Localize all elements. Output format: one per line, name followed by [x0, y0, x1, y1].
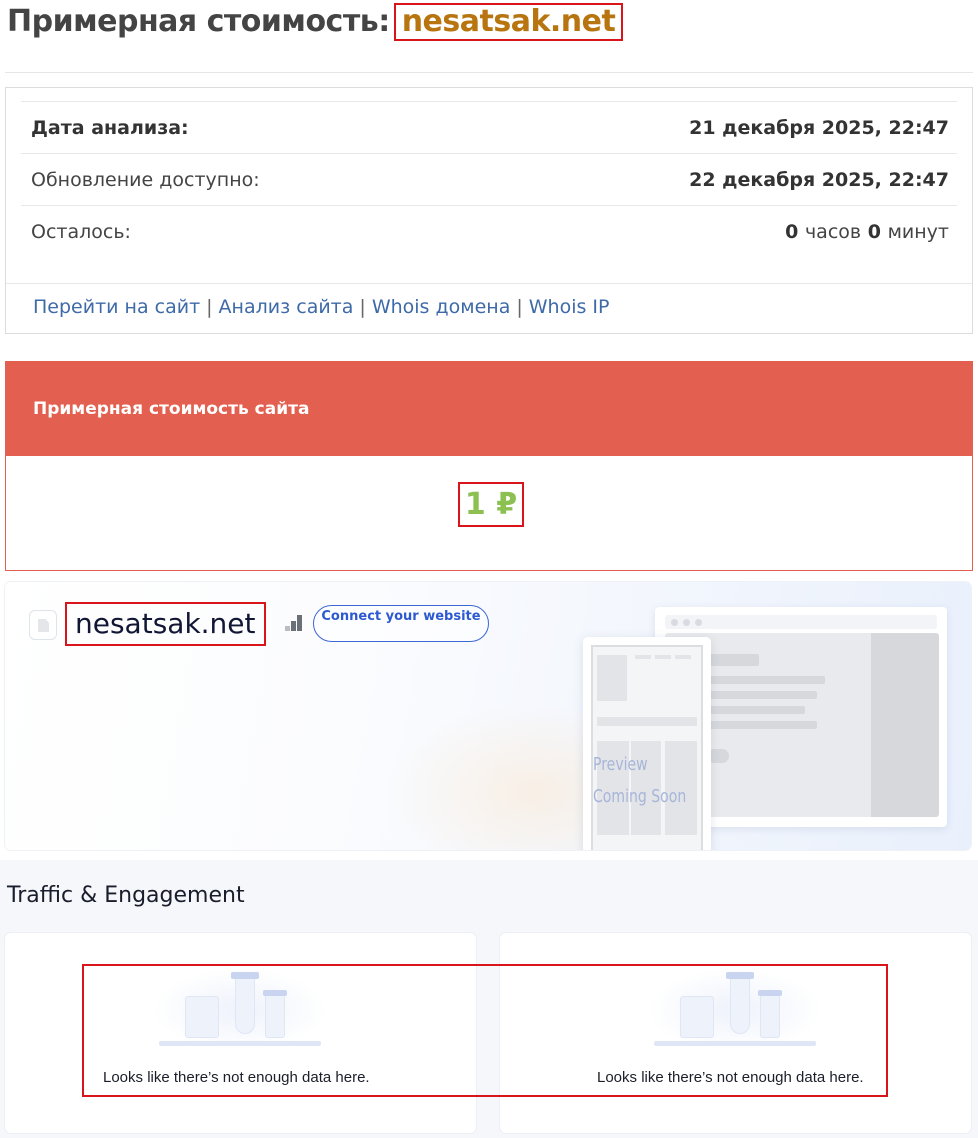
title-divider	[5, 72, 973, 73]
update-available-label: Обновление доступно:	[31, 169, 260, 191]
page-title-prefix: Примерная стоимость:	[7, 4, 390, 39]
update-available-row: Обновление доступно: 22 декабря 2025, 22…	[21, 153, 957, 205]
favicon-placeholder-icon	[29, 610, 57, 640]
page-title-domain: nesatsak.net	[393, 3, 624, 41]
time-left-value: 0 часов 0 минут	[785, 206, 949, 258]
preview-line-2: Coming Soon	[593, 786, 687, 807]
analysis-info-panel: Дата анализа: 21 декабря 2025, 22:47 Обн…	[5, 87, 973, 334]
whois-ip-link[interactable]: Whois IP	[529, 296, 610, 318]
analysis-date-value: 21 декабря 2025, 22:47	[689, 117, 949, 139]
analysis-date-label: Дата анализа:	[31, 117, 189, 139]
page-title: Примерная стоимость: nesatsak.net	[7, 2, 624, 42]
whois-domain-link[interactable]: Whois домена	[372, 296, 511, 318]
go-to-site-link[interactable]: Перейти на сайт	[33, 296, 200, 318]
analysis-date-row: Дата анализа: 21 декабря 2025, 22:47	[21, 101, 957, 153]
link-separator: |	[516, 296, 523, 318]
links-divider	[6, 283, 972, 284]
time-left-row: Осталось: 0 часов 0 минут	[21, 205, 957, 257]
hours-unit: часов	[804, 221, 862, 243]
link-separator: |	[359, 296, 366, 318]
site-analysis-link[interactable]: Анализ сайта	[219, 296, 354, 318]
time-left-label: Осталось:	[31, 221, 131, 243]
minutes-unit: минут	[887, 221, 949, 243]
minutes-count: 0	[867, 221, 881, 243]
link-separator: |	[206, 296, 213, 318]
site-links: Перейти на сайт | Анализ сайта | Whois домен…	[33, 296, 609, 318]
site-name: nesatsak.net	[65, 602, 266, 646]
preview-line-1: Preview	[593, 754, 648, 775]
site-preview-card: nesatsak.net Connect your website Previe…	[5, 582, 971, 850]
preview-coming-soon-text: Preview Coming Soon	[593, 749, 686, 813]
traffic-engagement-title: Traffic & Engagement	[7, 883, 245, 908]
site-cost-heading: Примерная стоимость сайта	[6, 362, 972, 456]
site-cost-value: 1 ₽	[458, 482, 524, 527]
rank-bars-icon	[285, 615, 303, 631]
hours-count: 0	[785, 221, 799, 243]
update-available-value: 22 декабря 2025, 22:47	[689, 169, 949, 191]
connect-website-button[interactable]: Connect your website	[313, 605, 489, 642]
empty-data-highlight	[82, 964, 888, 1097]
site-cost-panel: Примерная стоимость сайта 1 ₽	[5, 361, 973, 571]
mobile-preview-illustration: Preview Coming Soon	[583, 637, 711, 850]
